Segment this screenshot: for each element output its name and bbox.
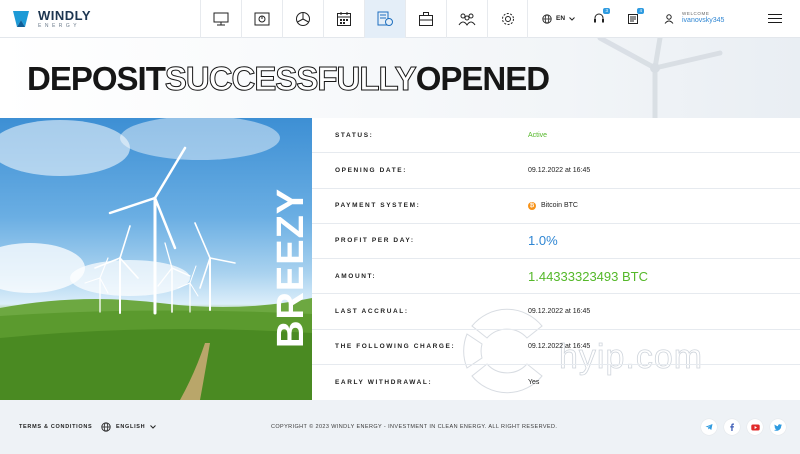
language-selector[interactable]: EN [542, 13, 582, 24]
nav-calendar[interactable] [323, 0, 364, 38]
facebook-icon [730, 423, 734, 431]
detail-label: OPENING DATE: [335, 166, 407, 174]
support-badge: 3 [603, 7, 610, 14]
title-part-deposit: DEPOSIT [27, 60, 166, 97]
following-charge-value: 09.12.2022 at 16:45 [528, 343, 591, 351]
menu-button[interactable] [768, 11, 782, 26]
safe-icon [254, 12, 270, 25]
footer: TERMS & CONDITIONS ENGLISH COPYRIGHT © 2… [0, 400, 800, 454]
social-links [701, 419, 786, 435]
nav-deposits[interactable] [364, 0, 405, 38]
support-button[interactable]: 3 [582, 7, 616, 25]
nav-portfolio[interactable] [405, 0, 446, 38]
news-badge: 4 [637, 7, 644, 14]
title-band: DEPOSITSUCCESSFULLYOPENED [0, 38, 800, 118]
users-icon [458, 13, 476, 26]
newspaper-icon [628, 13, 638, 24]
profit-per-day-value: 1.0% [528, 233, 558, 249]
main-nav [200, 0, 528, 38]
detail-row-following-charge: THE FOLLOWING CHARGE: 09.12.2022 at 16:4… [312, 330, 800, 365]
detail-label: LAST ACCRUAL: [335, 307, 409, 315]
status-value: Active [528, 131, 548, 139]
terms-link[interactable]: TERMS & CONDITIONS [19, 424, 101, 430]
nav-partners[interactable] [446, 0, 487, 38]
twitter-icon [774, 423, 782, 431]
calendar-icon [337, 11, 351, 26]
title-part-opened: OPENED [415, 60, 550, 97]
page-title: DEPOSITSUCCESSFULLYOPENED [27, 60, 550, 98]
top-header: WINDLY ENERGY EN 3 4 WELCOME ivanovsky34… [0, 0, 800, 38]
detail-row-last-accrual: LAST ACCRUAL: 09.12.2022 at 16:45 [312, 294, 800, 330]
title-part-successfully: SUCCESSFULLY [164, 60, 417, 98]
telegram-link[interactable] [701, 419, 717, 435]
detail-row-opening-date: OPENING DATE: 09.12.2022 at 16:45 [312, 153, 800, 189]
nav-safe[interactable] [241, 0, 282, 38]
news-button[interactable]: 4 [616, 7, 650, 25]
facebook-link[interactable] [724, 419, 740, 435]
nav-settings[interactable] [487, 0, 528, 38]
opening-date-value: 09.12.2022 at 16:45 [528, 166, 591, 174]
logo-mark-icon [13, 10, 29, 27]
logo[interactable]: WINDLY ENERGY [0, 0, 200, 38]
detail-row-status: STATUS: Active [312, 118, 800, 154]
payment-system-value: ₿ Bitcoin BTC [528, 201, 578, 210]
nav-monitor[interactable] [200, 0, 241, 38]
logo-name: WINDLY [38, 7, 92, 23]
detail-row-amount: AMOUNT: 1.44333323493 BTC [312, 259, 800, 295]
plan-image: BREEZY [0, 118, 312, 400]
detail-label: THE FOLLOWING CHARGE: [335, 343, 456, 351]
globe-icon [101, 422, 111, 432]
chevron-down-icon [569, 16, 575, 21]
youtube-icon [750, 424, 760, 430]
hamburger-icon [768, 13, 782, 16]
last-accrual-value: 09.12.2022 at 16:45 [528, 307, 591, 315]
turbine-background-icon [597, 38, 723, 118]
footer-language: ENGLISH [116, 424, 146, 430]
user-profile[interactable]: WELCOME ivanovsky345 [664, 11, 760, 25]
deposit-details: hyip.com STATUS: Active OPENING DATE: 09… [312, 118, 800, 400]
copyright-text: COPYRIGHT © 2023 WINDLY ENERGY - INVESTM… [271, 424, 558, 430]
gear-icon [501, 12, 514, 25]
briefcase-icon [419, 11, 433, 26]
youtube-link[interactable] [747, 419, 763, 435]
headset-icon [594, 13, 604, 22]
wind-farm-illustration [0, 118, 312, 400]
chevron-down-icon [150, 425, 157, 429]
detail-row-payment-system: PAYMENT SYSTEM: ₿ Bitcoin BTC [312, 189, 800, 224]
language-code: EN [556, 15, 566, 22]
detail-row-profit-per-day: PROFIT PER DAY: 1.0% [312, 224, 800, 259]
detail-label: EARLY WITHDRAWAL: [335, 378, 433, 386]
monitor-icon [213, 12, 229, 25]
detail-label: PAYMENT SYSTEM: [335, 202, 421, 210]
plan-name: BREEZY [270, 187, 312, 348]
user-icon [664, 13, 674, 24]
detail-label: PROFIT PER DAY: [335, 237, 415, 245]
pie-chart-icon [296, 11, 310, 26]
globe-icon [542, 13, 552, 24]
logo-subtitle: ENERGY [38, 22, 81, 29]
early-withdrawal-value: Yes [528, 378, 540, 386]
document-icon [377, 11, 393, 26]
detail-label: STATUS: [335, 131, 374, 139]
detail-row-early-withdrawal: EARLY WITHDRAWAL: Yes [312, 365, 800, 400]
amount-value: 1.44333323493 BTC [528, 268, 648, 284]
payment-system-text: Bitcoin BTC [541, 202, 578, 210]
twitter-link[interactable] [770, 419, 786, 435]
bitcoin-icon: ₿ [528, 201, 536, 210]
detail-label: AMOUNT: [335, 272, 377, 280]
telegram-icon [705, 424, 713, 430]
footer-language-selector[interactable]: ENGLISH [101, 422, 271, 432]
username: ivanovsky345 [682, 17, 725, 25]
nav-statistics[interactable] [282, 0, 323, 38]
